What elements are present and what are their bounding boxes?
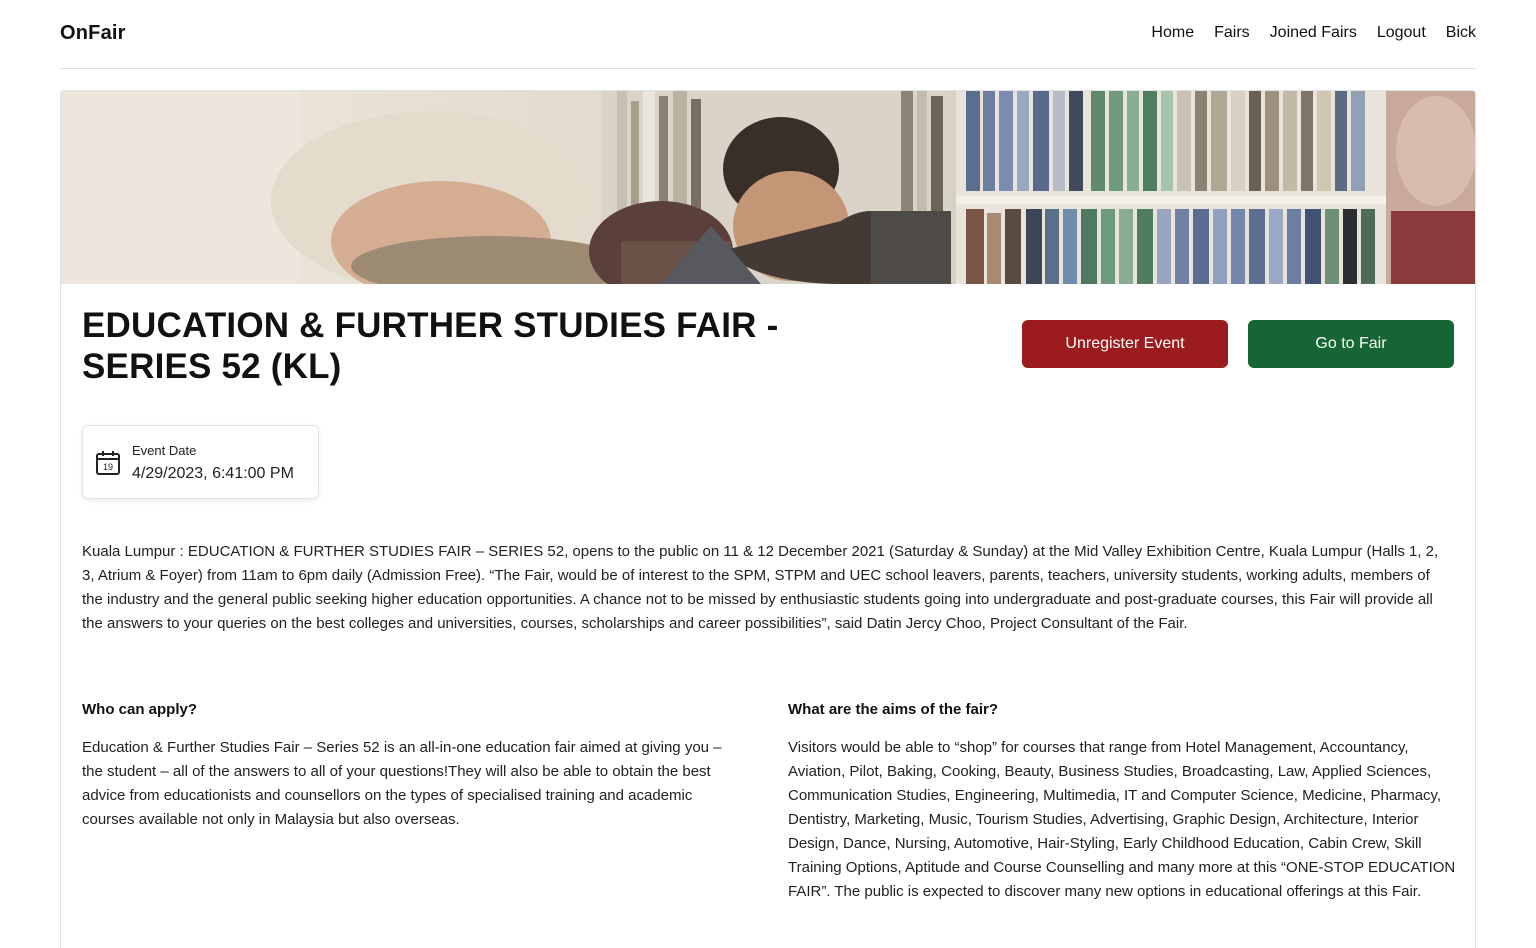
top-navbar: OnFair Home Fairs Joined Fairs Logout Bi… [60,0,1476,69]
event-title: EDUCATION & FURTHER STUDIES FAIR - SERIE… [82,306,779,386]
nav-home[interactable]: Home [1151,24,1194,42]
event-card: EDUCATION & FURTHER STUDIES FAIR - SERIE… [60,90,1476,948]
unregister-event-button[interactable]: Unregister Event [1022,320,1228,368]
fair-aims-text: Visitors would be able to “shop” for cou… [788,739,1456,900]
nav-logout[interactable]: Logout [1377,24,1426,42]
who-can-apply-text: Education & Further Studies Fair – Serie… [82,739,722,828]
event-date-value: 4/29/2023, 6:41:00 PM [132,465,294,482]
go-to-fair-button[interactable]: Go to Fair [1248,320,1454,368]
nav-fairs[interactable]: Fairs [1214,24,1250,42]
who-can-apply-heading: Who can apply? [82,701,198,718]
event-date-box: 19 Event Date 4/29/2023, 6:41:00 PM [82,425,319,499]
calendar-icon: 19 [96,451,120,475]
nav-links: Home Fairs Joined Fairs Logout Bick [1151,24,1476,42]
event-banner-image [61,91,1475,284]
event-date-label: Event Date [132,443,197,458]
brand-logo[interactable]: OnFair [60,22,126,45]
event-description: Kuala Lumpur : EDUCATION & FURTHER STUDI… [82,543,1439,632]
calendar-day-number: 19 [103,462,113,472]
fair-aims-heading: What are the aims of the fair? [788,701,999,718]
nav-user[interactable]: Bick [1446,24,1476,42]
nav-joined-fairs[interactable]: Joined Fairs [1270,24,1357,42]
